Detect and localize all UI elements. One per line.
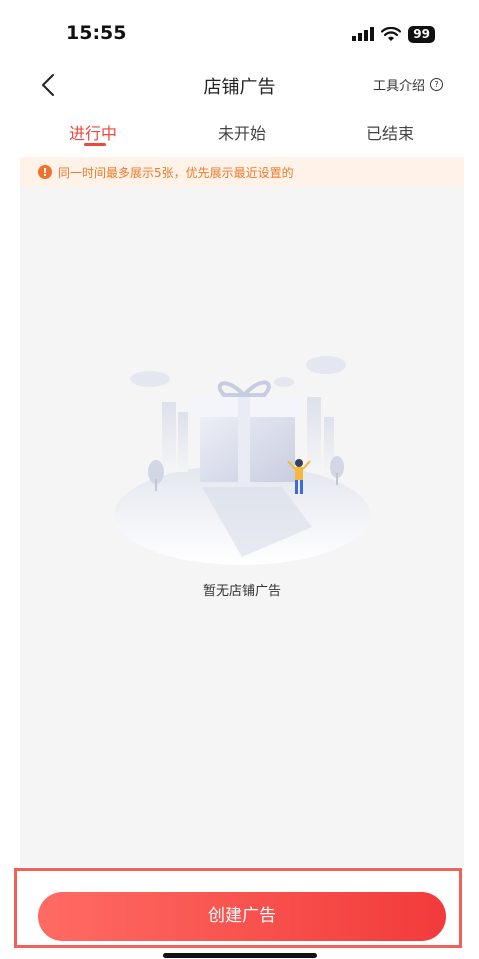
empty-state-message: 暂无店铺广告 xyxy=(202,584,281,599)
ad-list-area: 暂无店铺广告 xyxy=(20,187,464,867)
battery-indicator: 99 xyxy=(408,25,435,43)
active-tab-indicator xyxy=(84,143,106,146)
wifi-icon xyxy=(381,26,402,41)
notice-banner: ! 同一时间最多展示5张，优先展示最近设置的 xyxy=(20,157,464,187)
create-ad-button[interactable]: 创建广告 xyxy=(38,892,446,941)
nav-bar: 店铺广告 工具介绍 ? xyxy=(0,60,479,110)
status-time: 15:55 xyxy=(66,22,127,44)
tab-ended[interactable]: 已结束 xyxy=(366,120,414,144)
tool-intro-label: 工具介绍 xyxy=(372,79,425,94)
tool-intro-link[interactable]: 工具介绍 ? xyxy=(373,75,443,94)
home-indicator xyxy=(163,953,317,958)
help-icon: ? xyxy=(430,78,443,91)
empty-gift-box-illustration xyxy=(114,356,370,565)
tab-in-progress[interactable]: 进行中 xyxy=(69,120,117,144)
status-bar: 15:55 99 xyxy=(0,0,479,60)
cellular-signal-icon xyxy=(352,27,375,41)
bottom-action-bar: 创建广告 xyxy=(0,868,479,959)
status-tabs: 进行中 未开始 已结束 xyxy=(0,112,479,156)
exclamation-icon: ! xyxy=(38,165,52,179)
status-icons: 99 xyxy=(352,24,435,44)
notice-text: 同一时间最多展示5张，优先展示最近设置的 xyxy=(58,165,294,180)
tab-not-started[interactable]: 未开始 xyxy=(218,120,266,144)
